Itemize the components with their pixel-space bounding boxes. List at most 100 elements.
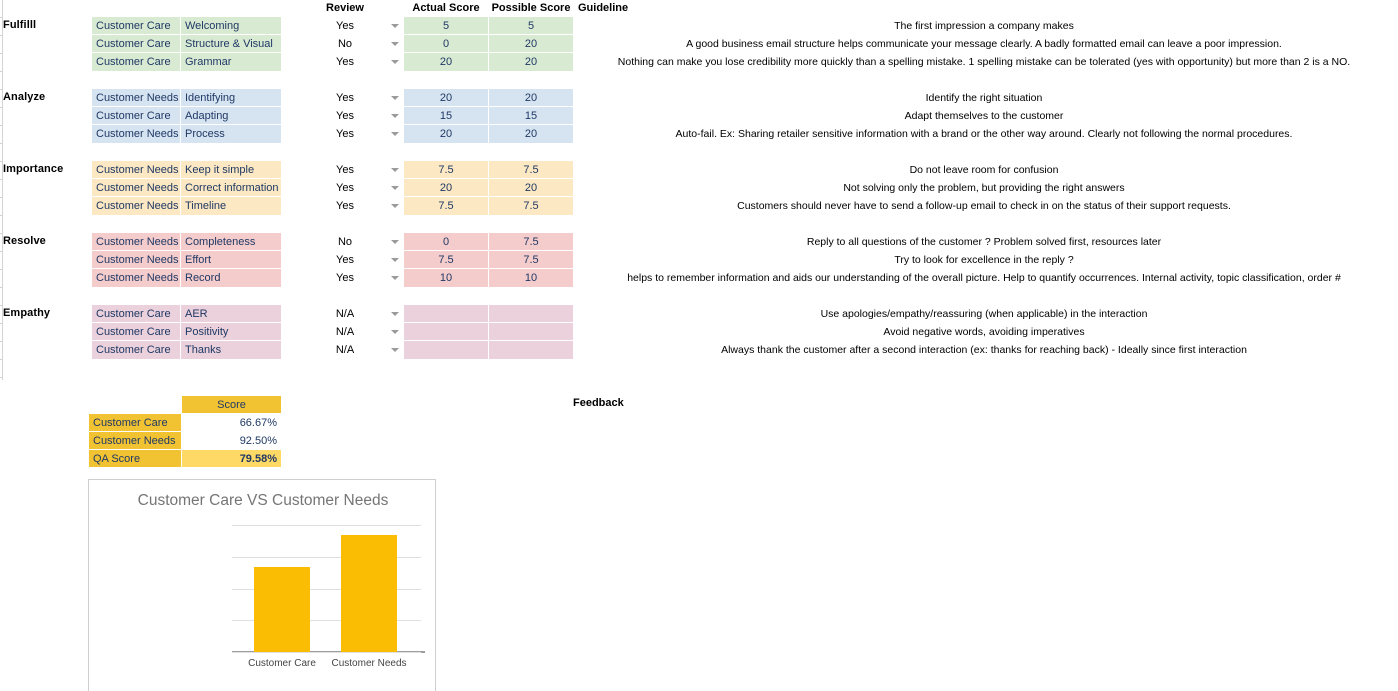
review-dropdown-value[interactable]: Yes xyxy=(310,107,380,125)
review-dropdown-value[interactable]: No xyxy=(310,35,380,53)
cell-criterion[interactable]: AER xyxy=(181,305,281,323)
chevron-down-icon[interactable] xyxy=(391,240,399,244)
guideline-text: A good business email structure helps co… xyxy=(686,38,1282,50)
cell-criterion[interactable]: Effort xyxy=(181,251,281,269)
possible-score-value: 7.5 xyxy=(523,200,539,212)
chevron-down-icon[interactable] xyxy=(391,114,399,118)
chevron-down-icon[interactable] xyxy=(391,24,399,28)
section-label-empathy: Empathy xyxy=(3,307,51,319)
cell-type[interactable]: Customer Care xyxy=(92,107,180,125)
cell-type[interactable]: Customer Needs xyxy=(92,251,180,269)
guideline-text: Do not leave room for confusion xyxy=(909,164,1059,176)
review-dropdown-value[interactable]: N/A xyxy=(310,341,380,359)
review-dropdown-value[interactable]: Yes xyxy=(310,53,380,71)
cell-criterion[interactable]: Correct information xyxy=(181,179,281,197)
row-divider-tick xyxy=(0,341,3,342)
row-divider-tick xyxy=(0,233,3,234)
cell-criterion[interactable]: Adapting xyxy=(181,107,281,125)
possible-score-value: 20 xyxy=(524,128,538,140)
chart-bar[interactable] xyxy=(254,567,310,652)
cell-type[interactable]: Customer Care xyxy=(92,53,180,71)
row-divider-tick xyxy=(0,89,3,90)
actual-score-value: 20 xyxy=(439,92,453,104)
chevron-down-icon[interactable] xyxy=(391,60,399,64)
cell-criterion[interactable]: Positivity xyxy=(181,323,281,341)
cell-type[interactable]: Customer Needs xyxy=(92,233,180,251)
row-divider-tick xyxy=(0,287,3,288)
column-header-guideline: Guideline xyxy=(578,2,629,14)
possible-score-value: 20 xyxy=(524,182,538,194)
column-header-actual-score: Actual Score xyxy=(412,2,480,14)
cell-criterion[interactable]: Structure & Visual xyxy=(181,35,281,53)
cell-criterion[interactable]: Record xyxy=(181,269,281,287)
cell-divider xyxy=(488,107,489,125)
review-dropdown-value[interactable]: Yes xyxy=(310,269,380,287)
chevron-down-icon[interactable] xyxy=(391,348,399,352)
chevron-down-icon[interactable] xyxy=(391,258,399,262)
review-dropdown-value[interactable]: Yes xyxy=(310,197,380,215)
cell-type[interactable]: Customer Care xyxy=(92,35,180,53)
cell-criterion[interactable]: Identifying xyxy=(181,89,281,107)
chevron-down-icon[interactable] xyxy=(391,168,399,172)
cell-criterion[interactable]: Thanks xyxy=(181,341,281,359)
cell-criterion[interactable]: Completeness xyxy=(181,233,281,251)
table-row-header: Score xyxy=(88,395,282,414)
cell-type[interactable]: Customer Care xyxy=(92,323,180,341)
cell-type[interactable]: Customer Care xyxy=(92,341,180,359)
guideline-text: The first impression a company makes xyxy=(894,20,1074,32)
section-label-importance: Importance xyxy=(3,163,64,175)
possible-score-value: 10 xyxy=(524,272,538,284)
review-dropdown-value[interactable]: N/A xyxy=(310,305,380,323)
possible-score-value xyxy=(489,323,573,341)
cell-criterion[interactable]: Grammar xyxy=(181,53,281,71)
actual-score-value: 0 xyxy=(442,38,450,50)
row-divider-tick xyxy=(0,143,3,144)
section-label-resolve: Resolve xyxy=(3,235,46,247)
possible-score-value: 7.5 xyxy=(523,236,539,248)
actual-score-value: 20 xyxy=(439,182,453,194)
review-dropdown-value[interactable]: N/A xyxy=(310,323,380,341)
summary-label-qa-score: QA Score xyxy=(88,449,182,468)
summary-value-qa-score[interactable]: 79.58% xyxy=(181,449,282,468)
possible-score-value: 20 xyxy=(524,56,538,68)
chevron-down-icon[interactable] xyxy=(391,204,399,208)
cell-criterion[interactable]: Keep it simple xyxy=(181,161,281,179)
actual-score-value xyxy=(404,323,488,341)
possible-score-value: 7.5 xyxy=(523,254,539,266)
cell-type[interactable]: Customer Care xyxy=(92,305,180,323)
row-divider-tick xyxy=(0,179,3,180)
summary-value-customer-needs[interactable]: 92.50% xyxy=(181,431,282,450)
chevron-down-icon[interactable] xyxy=(391,42,399,46)
cell-criterion[interactable]: Timeline xyxy=(181,197,281,215)
review-dropdown-value[interactable]: Yes xyxy=(310,161,380,179)
review-dropdown-value[interactable]: No xyxy=(310,233,380,251)
actual-score-value: 7.5 xyxy=(438,254,454,266)
row-divider-tick xyxy=(0,323,3,324)
cell-criterion[interactable]: Process xyxy=(181,125,281,143)
cell-type[interactable]: Customer Needs xyxy=(92,89,180,107)
chevron-down-icon[interactable] xyxy=(391,330,399,334)
review-dropdown-value[interactable]: Yes xyxy=(310,17,380,35)
cell-type[interactable]: Customer Needs xyxy=(92,161,180,179)
review-dropdown-value[interactable]: Yes xyxy=(310,89,380,107)
review-dropdown-value[interactable]: Yes xyxy=(310,251,380,269)
summary-value-customer-care[interactable]: 66.67% xyxy=(181,413,282,432)
chevron-down-icon[interactable] xyxy=(391,276,399,280)
bar-chart[interactable]: Customer Care VS Customer Needs Score 0.… xyxy=(88,479,436,691)
cell-type[interactable]: Customer Care xyxy=(92,17,180,35)
chevron-down-icon[interactable] xyxy=(391,96,399,100)
cell-type[interactable]: Customer Needs xyxy=(92,125,180,143)
chevron-down-icon[interactable] xyxy=(391,132,399,136)
review-dropdown-value[interactable]: Yes xyxy=(310,125,380,143)
cell-criterion[interactable]: Welcoming xyxy=(181,17,281,35)
cell-type[interactable]: Customer Needs xyxy=(92,179,180,197)
chevron-down-icon[interactable] xyxy=(391,186,399,190)
cell-type[interactable]: Customer Needs xyxy=(92,197,180,215)
chart-bar[interactable] xyxy=(341,534,397,652)
cell-divider xyxy=(488,269,489,287)
summary-label-customer-care: Customer Care xyxy=(88,413,182,432)
row-divider-tick xyxy=(0,305,3,306)
cell-type[interactable]: Customer Needs xyxy=(92,269,180,287)
chevron-down-icon[interactable] xyxy=(391,312,399,316)
review-dropdown-value[interactable]: Yes xyxy=(310,179,380,197)
